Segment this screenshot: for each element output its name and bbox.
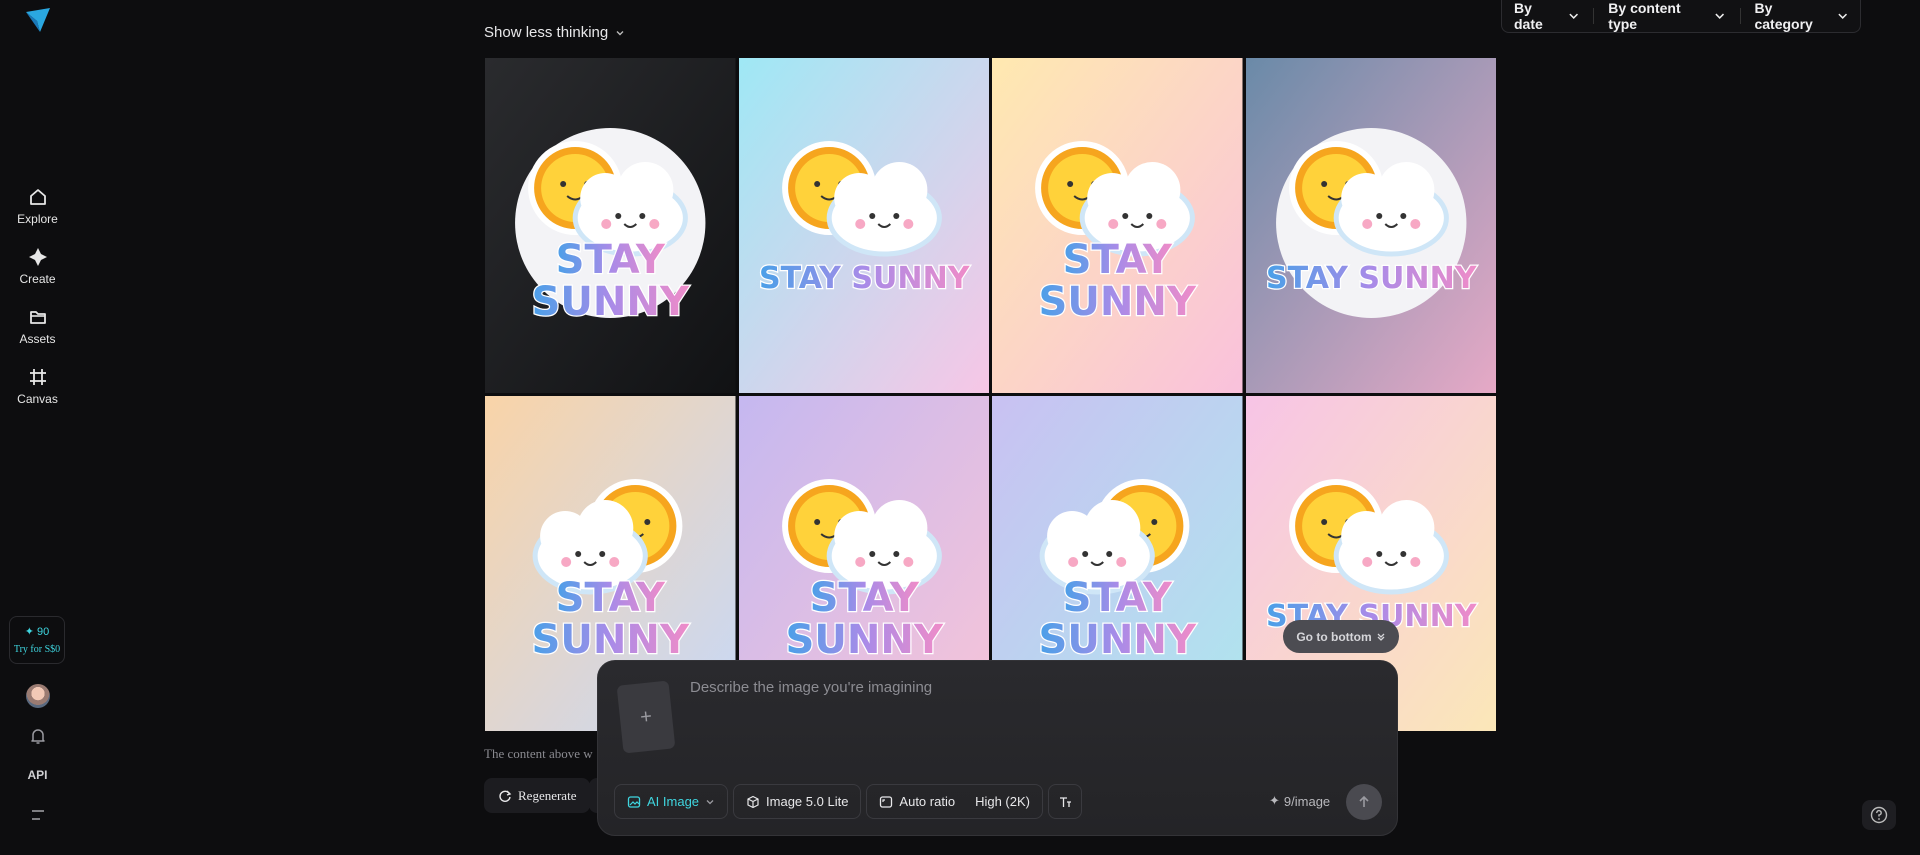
regenerate-label: Regenerate: [518, 787, 577, 803]
refresh-icon: [499, 790, 512, 802]
add-reference-image-button[interactable]: +: [616, 680, 676, 754]
chevron-down-icon: [616, 30, 624, 35]
sticker-text: SUNNY: [785, 617, 944, 663]
sidebar-item-explore[interactable]: Explore: [0, 186, 75, 226]
sticker-text: SUNNY: [531, 617, 690, 663]
sticker-text: SUNNY: [531, 279, 690, 325]
image-icon: [627, 795, 641, 808]
try-label: Try for S$0: [13, 644, 61, 655]
sticker-text: STAY SUNNY: [1266, 261, 1478, 296]
result-image[interactable]: STAY SUNNY: [1245, 58, 1496, 393]
plus-icon: +: [638, 704, 653, 729]
sidebar-item-assets[interactable]: Assets: [0, 306, 75, 346]
sidebar-item-label: Explore: [17, 212, 58, 226]
go-to-bottom-button[interactable]: Go to bottom: [1283, 620, 1399, 653]
cube-icon: [747, 795, 759, 808]
filter-by-category[interactable]: By category: [1754, 0, 1848, 32]
help-button[interactable]: [1862, 800, 1896, 830]
filter-by-date[interactable]: By date: [1514, 0, 1579, 32]
composer-toolbar: AI Image Image 5.0 Lite Auto ratio High …: [614, 784, 1082, 819]
credit-icon: ✦: [1269, 793, 1280, 808]
go-to-bottom-label: Go to bottom: [1296, 629, 1372, 644]
model-label: Image 5.0 Lite: [766, 794, 849, 809]
sticker-text: SUNNY: [1038, 617, 1197, 663]
filter-by-content-type[interactable]: By content type: [1608, 0, 1725, 32]
result-image[interactable]: STAY SUNNY: [485, 58, 736, 393]
sidebar-item-label: Canvas: [17, 392, 58, 406]
aspect-ratio-icon: [880, 795, 893, 808]
question-icon: [1870, 806, 1888, 824]
disclaimer-text: The content above w: [484, 746, 593, 761]
chevron-down-icon: [1569, 13, 1578, 19]
sticker-text: STAY: [809, 575, 919, 621]
prompt-input[interactable]: [690, 679, 1370, 696]
sticker-text: STAY: [1063, 237, 1173, 283]
app-logo[interactable]: [24, 6, 52, 34]
cost-indicator: ✦ 9/image: [1269, 793, 1330, 809]
home-icon: [27, 186, 49, 208]
mode-selector[interactable]: AI Image: [614, 784, 729, 819]
bell-icon[interactable]: [27, 725, 49, 747]
sticker-text: STAY: [556, 237, 666, 283]
menu-icon[interactable]: [27, 804, 49, 826]
prompt-composer: + AI Image Image 5.0 Lite Auto ratio Hig…: [597, 660, 1398, 836]
ratio-quality-selector[interactable]: Auto ratio High (2K): [866, 784, 1043, 819]
regenerate-button[interactable]: Regenerate: [484, 778, 591, 813]
ratio-label: Auto ratio: [899, 794, 956, 809]
sidebar: Explore Create Assets Canvas ✦ 90 Try fo…: [0, 0, 75, 855]
sticker-text: STAY: [556, 575, 666, 621]
filter-label: By content type: [1608, 0, 1681, 32]
model-selector[interactable]: Image 5.0 Lite: [733, 784, 862, 819]
sidebar-item-create[interactable]: Create: [0, 246, 75, 286]
thinking-label: Show less thinking: [484, 24, 609, 41]
sidebar-item-label: Create: [19, 272, 56, 286]
mode-label: AI Image: [647, 794, 700, 809]
sticker-text: STAY: [1063, 575, 1173, 621]
api-link[interactable]: API: [0, 768, 75, 782]
divider: [1739, 8, 1741, 24]
cost-label: 9/image: [1283, 793, 1331, 809]
show-less-thinking-toggle[interactable]: Show less thinking: [484, 24, 626, 41]
sidebar-item-canvas[interactable]: Canvas: [0, 366, 75, 406]
folder-icon: [27, 306, 49, 328]
sticker-text: SUNNY: [1038, 279, 1197, 325]
filter-bar: By date By content type By category: [1501, 0, 1861, 33]
send-button[interactable]: [1346, 784, 1382, 820]
filter-label: By date: [1514, 0, 1543, 32]
result-image[interactable]: STAY SUNNY: [992, 58, 1243, 393]
text-style-button[interactable]: [1048, 784, 1082, 819]
sidebar-item-label: Assets: [19, 332, 56, 346]
chevron-down-icon: [1837, 13, 1847, 19]
chevron-down-icon: [706, 799, 714, 804]
chevron-down-icon: [1715, 13, 1725, 19]
credits-value: 90: [37, 626, 50, 638]
result-image[interactable]: STAY SUNNY: [738, 58, 989, 393]
filter-label: By category: [1754, 0, 1813, 32]
avatar[interactable]: [26, 684, 50, 708]
sparkle-icon: [27, 246, 49, 268]
double-chevron-down-icon: [1377, 633, 1385, 641]
divider: [1593, 8, 1595, 24]
credits-amount: ✦ 90: [24, 626, 50, 638]
quality-label: High (2K): [975, 794, 1030, 809]
text-format-icon: [1060, 796, 1071, 807]
credits-badge[interactable]: ✦ 90 Try for S$0: [9, 616, 65, 664]
arrow-up-icon: [1359, 795, 1369, 807]
frame-icon: [27, 366, 49, 388]
sticker-text: STAY SUNNY: [759, 261, 971, 296]
